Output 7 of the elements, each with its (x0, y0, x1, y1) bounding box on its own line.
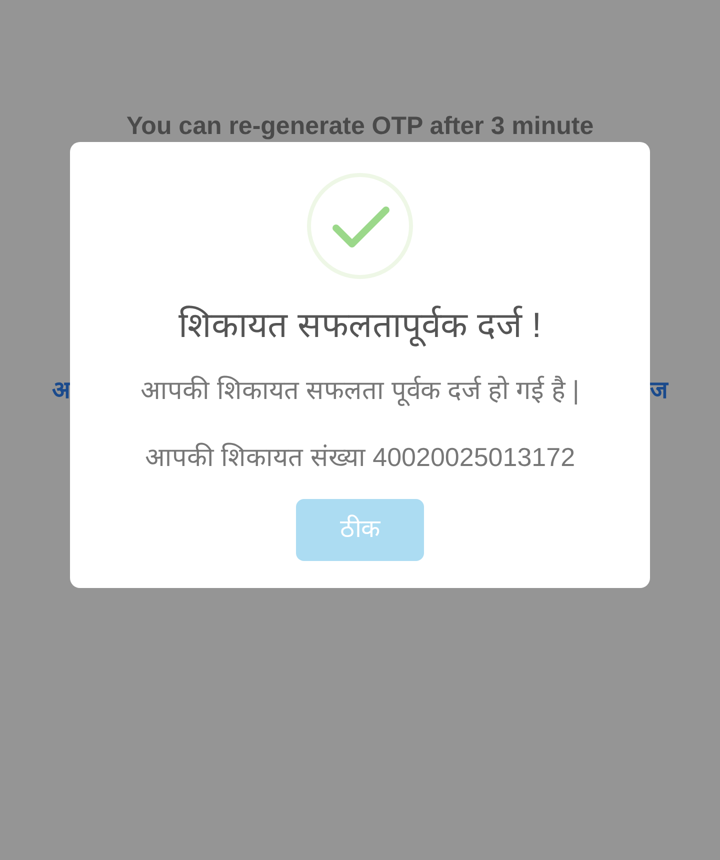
dialog-message: आपकी शिकायत सफलता पूर्वक दर्ज हो गई है | (140, 374, 580, 408)
check-icon (306, 172, 414, 280)
otp-notice: You can re-generate OTP after 3 minute (126, 112, 594, 141)
dialog-title: शिकायत सफलतापूर्वक दर्ज ! (178, 304, 542, 348)
complaint-number: आपकी शिकायत संख्या 40020025013172 (144, 440, 576, 474)
link-text[interactable]: ज (650, 373, 668, 409)
link-text[interactable]: अ (52, 373, 70, 409)
